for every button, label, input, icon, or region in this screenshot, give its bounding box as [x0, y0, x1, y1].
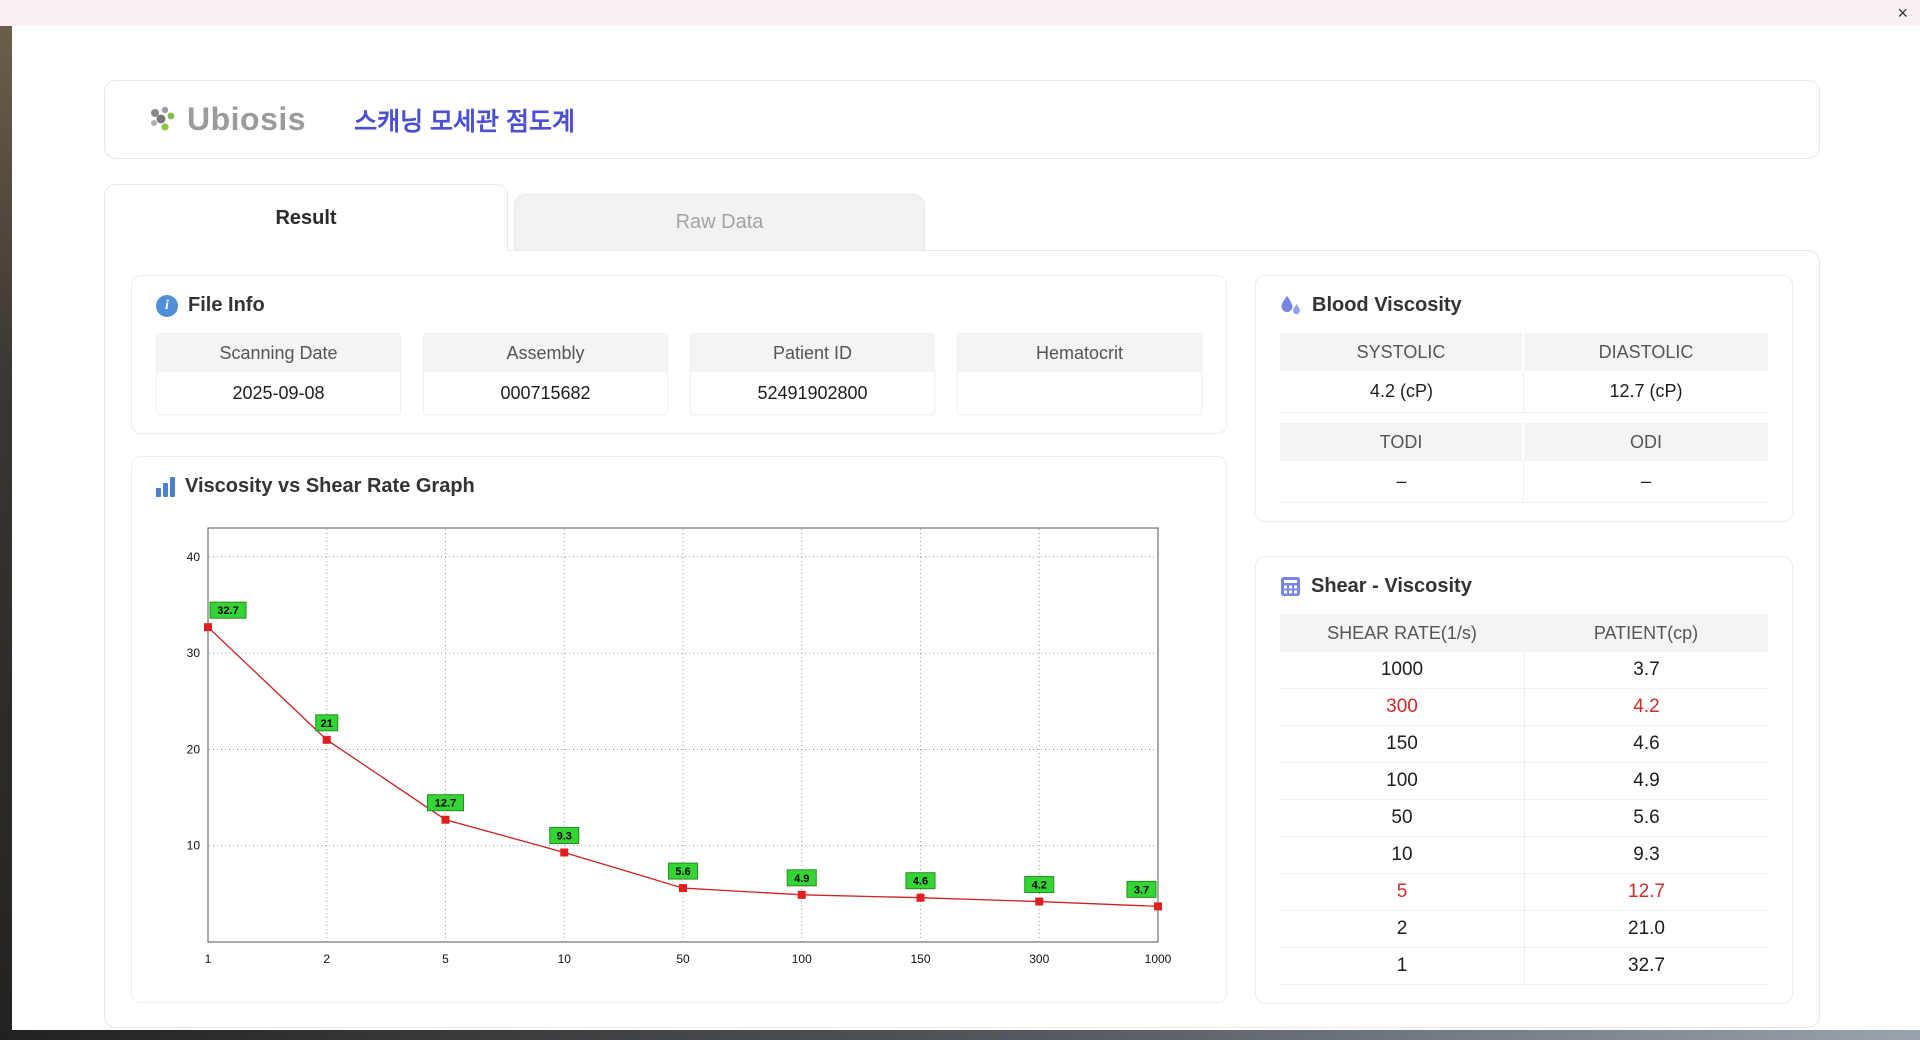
file-info-fields: Scanning Date 2025-09-08 Assembly 000715…	[156, 333, 1202, 415]
table-cell-patient: 4.9	[1524, 763, 1768, 800]
field-value: 2025-09-08	[232, 382, 325, 403]
field-hematocrit: Hematocrit	[957, 333, 1202, 415]
calculator-grid-icon	[1281, 577, 1300, 596]
svg-text:1: 1	[205, 952, 212, 966]
table-cell-shear: 150	[1280, 726, 1524, 763]
blood-drops-icon	[1281, 295, 1300, 314]
field-scanning-date: Scanning Date 2025-09-08	[156, 333, 401, 415]
systolic-value: 4.2 (cP)	[1280, 371, 1524, 413]
window-titlebar: ×	[0, 0, 1920, 26]
desktop-edge-bottom	[0, 1030, 1920, 1040]
graph-title: Viscosity vs Shear Rate Graph	[185, 475, 475, 497]
desktop-edge-left	[0, 26, 12, 1040]
svg-text:21: 21	[321, 718, 333, 730]
table-cell-patient: 5.6	[1524, 800, 1768, 837]
svg-text:4.2: 4.2	[1032, 880, 1047, 892]
svg-text:9.3: 9.3	[557, 830, 572, 842]
result-panel: i File Info Scanning Date 2025-09-08 Ass…	[104, 250, 1820, 1028]
svg-text:4.9: 4.9	[794, 873, 809, 885]
odi-header: ODI	[1524, 423, 1768, 461]
svg-text:4.6: 4.6	[913, 876, 928, 888]
app-title: 스캐닝 모세관 점도계	[354, 107, 575, 136]
svg-text:2: 2	[323, 952, 330, 966]
diastolic-value: 12.7 (cP)	[1524, 371, 1768, 413]
table-cell-shear: 50	[1280, 800, 1524, 837]
table-cell-patient: 32.7	[1524, 948, 1768, 985]
field-assembly: Assembly 000715682	[423, 333, 668, 415]
shear-viscosity-title: Shear - Viscosity	[1311, 575, 1472, 597]
shear-viscosity-table: SHEAR RATE(1/s) PATIENT(cp) 1000 3.7 300…	[1280, 614, 1768, 985]
todi-header: TODI	[1280, 423, 1524, 461]
ubiosis-logo: Ubiosis	[147, 101, 306, 138]
svg-text:50: 50	[676, 952, 690, 966]
tab-raw-data[interactable]: Raw Data	[514, 194, 925, 250]
table-cell-shear: 1	[1280, 948, 1524, 985]
field-value: 000715682	[500, 382, 591, 403]
table-cell-patient: 4.2	[1524, 689, 1768, 726]
field-value	[958, 372, 1201, 414]
logo-dots-icon	[151, 106, 175, 131]
field-label: Assembly	[424, 334, 667, 372]
field-patient-id: Patient ID 52491902800	[690, 333, 935, 415]
svg-text:5.6: 5.6	[675, 866, 690, 878]
app-window: Ubiosis 스캐닝 모세관 점도계 Result Raw Data i Fi…	[12, 26, 1920, 1030]
svg-text:40: 40	[187, 550, 201, 564]
table-cell-shear: 10	[1280, 837, 1524, 874]
patient-column-header: PATIENT(cp)	[1524, 614, 1768, 652]
diastolic-header: DIASTOLIC	[1524, 333, 1768, 371]
svg-text:100: 100	[792, 952, 812, 966]
svg-text:10: 10	[558, 952, 572, 966]
viscosity-shear-chart: 10 20 30 40 1 2 5 10 50 100 150 300 1000 32.7 21 12.7 9.…	[187, 527, 1172, 966]
shear-rate-column-header: SHEAR RATE(1/s)	[1280, 614, 1524, 652]
info-icon: i	[156, 294, 178, 317]
systolic-header: SYSTOLIC	[1280, 333, 1524, 371]
todi-value: –	[1280, 461, 1524, 503]
table-cell-shear: 300	[1280, 689, 1524, 726]
svg-text:150: 150	[910, 952, 930, 966]
table-cell-shear: 5	[1280, 874, 1524, 911]
shear-viscosity-card: Shear - Viscosity SHEAR RATE(1/s) PATIEN…	[1255, 556, 1793, 1004]
tab-bar: Result Raw Data	[104, 184, 1820, 251]
svg-text:3.7: 3.7	[1134, 884, 1149, 896]
field-label: Hematocrit	[958, 334, 1201, 372]
file-info-card: i File Info Scanning Date 2025-09-08 Ass…	[131, 275, 1227, 434]
svg-text:20: 20	[187, 742, 201, 756]
file-info-title: File Info	[188, 294, 265, 316]
blood-viscosity-card: Blood Viscosity SYSTOLIC DIASTOLIC 4.2 (…	[1255, 275, 1793, 522]
svg-text:1000: 1000	[1145, 952, 1172, 966]
svg-text:30: 30	[187, 646, 201, 660]
window-close-button[interactable]: ×	[1897, 4, 1908, 22]
blood-viscosity-table: SYSTOLIC DIASTOLIC 4.2 (cP) 12.7 (cP)	[1280, 333, 1768, 413]
table-cell-patient: 9.3	[1524, 837, 1768, 874]
table-cell-patient: 3.7	[1524, 652, 1768, 689]
bar-chart-icon	[156, 476, 175, 497]
field-label: Patient ID	[691, 334, 934, 372]
blood-viscosity-title: Blood Viscosity	[1312, 294, 1462, 316]
table-cell-shear: 1000	[1280, 652, 1524, 689]
table-cell-patient: 21.0	[1524, 911, 1768, 948]
svg-text:12.7: 12.7	[435, 798, 456, 810]
blood-viscosity-table2: TODI ODI – –	[1280, 423, 1768, 503]
table-cell-shear: 2	[1280, 911, 1524, 948]
svg-text:10: 10	[187, 839, 201, 853]
table-cell-patient: 4.6	[1524, 726, 1768, 763]
field-value: 52491902800	[757, 382, 868, 403]
table-cell-shear: 100	[1280, 763, 1524, 800]
svg-text:32.7: 32.7	[217, 605, 238, 617]
svg-text:5: 5	[442, 952, 449, 966]
tab-result[interactable]: Result	[104, 184, 508, 251]
odi-value: –	[1524, 461, 1768, 503]
table-cell-patient: 12.7	[1524, 874, 1768, 911]
logo-text: Ubiosis	[187, 101, 307, 137]
header-card: Ubiosis 스캐닝 모세관 점도계	[104, 80, 1820, 159]
viscosity-graph-card: Viscosity vs Shear Rate Graph 10 20 30 40 1 2…	[131, 456, 1227, 1003]
svg-text:300: 300	[1029, 952, 1049, 966]
field-label: Scanning Date	[157, 334, 400, 372]
